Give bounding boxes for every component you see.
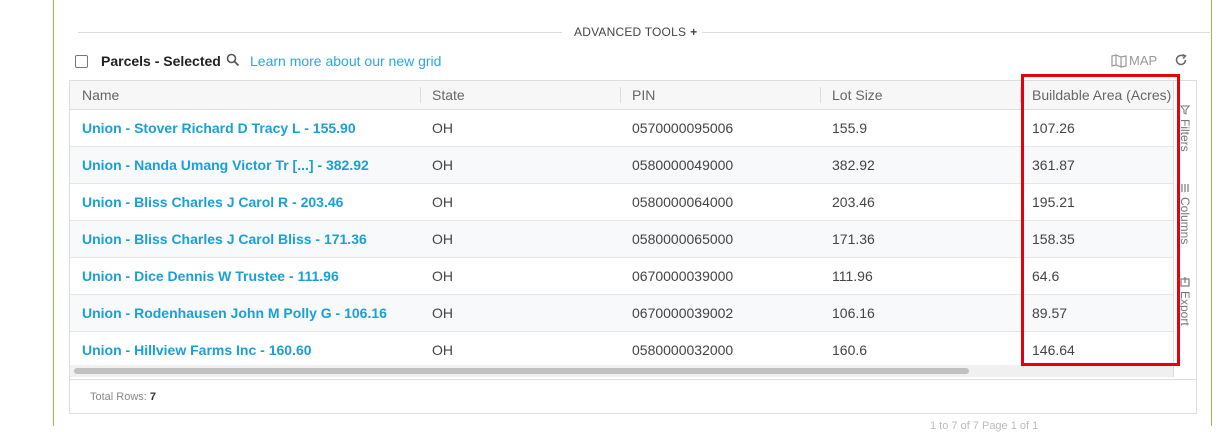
column-header-name[interactable]: Name	[70, 81, 420, 109]
filters-tab-label: Filters	[1178, 119, 1192, 152]
buildable-area-cell: 64.6	[1032, 268, 1060, 284]
export-tab-label: Export	[1178, 291, 1192, 326]
buildable-area-cell: 107.26	[1032, 120, 1075, 136]
table-row[interactable]: Union - Stover Richard D Tracy L - 155.9…	[70, 110, 1173, 147]
advanced-tools-toggle[interactable]: ADVANCED TOOLS +	[574, 25, 697, 39]
filter-icon	[1180, 105, 1190, 115]
search-icon[interactable]	[226, 53, 240, 67]
advanced-tools-divider: ADVANCED TOOLS +	[78, 22, 1210, 42]
export-icon	[1180, 277, 1190, 287]
horizontal-scrollbar[interactable]	[70, 365, 1173, 377]
table-row[interactable]: Union - Dice Dennis W Trustee - 111.96 O…	[70, 258, 1173, 295]
buildable-area-cell: 89.57	[1032, 305, 1068, 321]
column-header-buildable-area[interactable]: Buildable Area (Acres)	[1020, 81, 1180, 109]
state-cell: OH	[432, 194, 453, 210]
parcel-name-link[interactable]: Union - Hillview Farms Inc - 160.60	[70, 332, 312, 368]
columns-tab[interactable]: Columns	[1176, 183, 1194, 244]
buildable-area-cell: 361.87	[1032, 157, 1075, 173]
grid-toolbar: Parcels - Selected Learn more about our …	[70, 50, 1200, 72]
lot-size-cell: 382.92	[832, 157, 875, 173]
divider-line	[702, 32, 1210, 33]
grid-title: Parcels - Selected	[101, 53, 221, 69]
pin-cell: 0580000032000	[632, 342, 734, 358]
state-cell: OH	[432, 342, 453, 358]
state-cell: OH	[432, 231, 453, 247]
columns-tab-label: Columns	[1178, 197, 1192, 245]
table-row[interactable]: Union - Nanda Umang Victor Tr [...] - 38…	[70, 147, 1173, 184]
lot-size-cell: 106.16	[832, 305, 875, 321]
filters-tab[interactable]: Filters	[1176, 105, 1194, 152]
total-rows: Total Rows: 7	[90, 391, 156, 403]
map-label: MAP	[1129, 53, 1158, 68]
pin-cell: 0580000049000	[632, 157, 734, 173]
grid-body: Union - Stover Richard D Tracy L - 155.9…	[70, 110, 1173, 369]
total-rows-label: Total Rows:	[90, 391, 147, 403]
total-rows-value: 7	[149, 391, 157, 403]
columns-icon	[1181, 184, 1189, 192]
scrollbar-thumb[interactable]	[74, 368, 969, 374]
grid-footer: Total Rows: 7	[70, 379, 1196, 414]
pin-cell: 0670000039002	[632, 305, 734, 321]
buildable-area-cell: 195.21	[1032, 194, 1075, 210]
refresh-icon[interactable]	[1174, 53, 1188, 67]
lot-size-cell: 171.36	[832, 231, 875, 247]
state-cell: OH	[432, 157, 453, 173]
plus-icon: +	[690, 25, 698, 39]
pagination-summary: 1 to 7 of 7 Page 1 of 1	[930, 420, 1039, 432]
grid-side-panel: Filters Columns Export	[1173, 81, 1196, 377]
page-frame-left	[53, 0, 54, 426]
learn-more-link[interactable]: Learn more about our new grid	[250, 53, 441, 69]
parcel-name-link[interactable]: Union - Nanda Umang Victor Tr [...] - 38…	[70, 147, 369, 183]
lot-size-cell: 111.96	[832, 268, 873, 284]
pin-cell: 0580000065000	[632, 231, 734, 247]
pin-cell: 0580000064000	[632, 194, 734, 210]
table-row[interactable]: Union - Hillview Farms Inc - 160.60 OH 0…	[70, 332, 1173, 369]
parcel-name-link[interactable]: Union - Stover Richard D Tracy L - 155.9…	[70, 110, 356, 146]
pin-cell: 0570000095006	[632, 120, 734, 136]
table-row[interactable]: Union - Bliss Charles J Carol R - 203.46…	[70, 184, 1173, 221]
parcel-name-link[interactable]: Union - Bliss Charles J Carol R - 203.46	[70, 184, 343, 220]
column-header-lot-size[interactable]: Lot Size	[820, 81, 1020, 109]
buildable-area-cell: 158.35	[1032, 231, 1075, 247]
table-row[interactable]: Union - Rodenhausen John M Polly G - 106…	[70, 295, 1173, 332]
pin-cell: 0670000039000	[632, 268, 734, 284]
map-icon	[1111, 53, 1127, 68]
column-header-pin[interactable]: PIN	[620, 81, 820, 109]
lot-size-cell: 155.9	[832, 120, 868, 136]
state-cell: OH	[432, 305, 453, 321]
select-all-checkbox[interactable]	[75, 55, 88, 68]
page-frame-right	[1211, 0, 1212, 426]
export-tab[interactable]: Export	[1176, 277, 1194, 326]
parcel-name-link[interactable]: Union - Bliss Charles J Carol Bliss - 17…	[70, 221, 367, 257]
grid-header: Name State PIN Lot Size Buildable Area (…	[70, 81, 1173, 110]
table-row[interactable]: Union - Bliss Charles J Carol Bliss - 17…	[70, 221, 1173, 258]
parcel-name-link[interactable]: Union - Rodenhausen John M Polly G - 106…	[70, 295, 387, 331]
lot-size-cell: 160.6	[832, 342, 868, 358]
state-cell: OH	[432, 268, 453, 284]
column-header-state[interactable]: State	[420, 81, 620, 109]
advanced-tools-label: ADVANCED TOOLS	[574, 25, 687, 39]
parcel-name-link[interactable]: Union - Dice Dennis W Trustee - 111.96	[70, 258, 339, 294]
buildable-area-cell: 146.64	[1032, 342, 1075, 358]
map-button[interactable]: MAP	[1111, 53, 1157, 68]
parcels-grid: Name State PIN Lot Size Buildable Area (…	[69, 80, 1197, 414]
divider-line	[78, 32, 562, 33]
lot-size-cell: 203.46	[832, 194, 875, 210]
state-cell: OH	[432, 120, 453, 136]
